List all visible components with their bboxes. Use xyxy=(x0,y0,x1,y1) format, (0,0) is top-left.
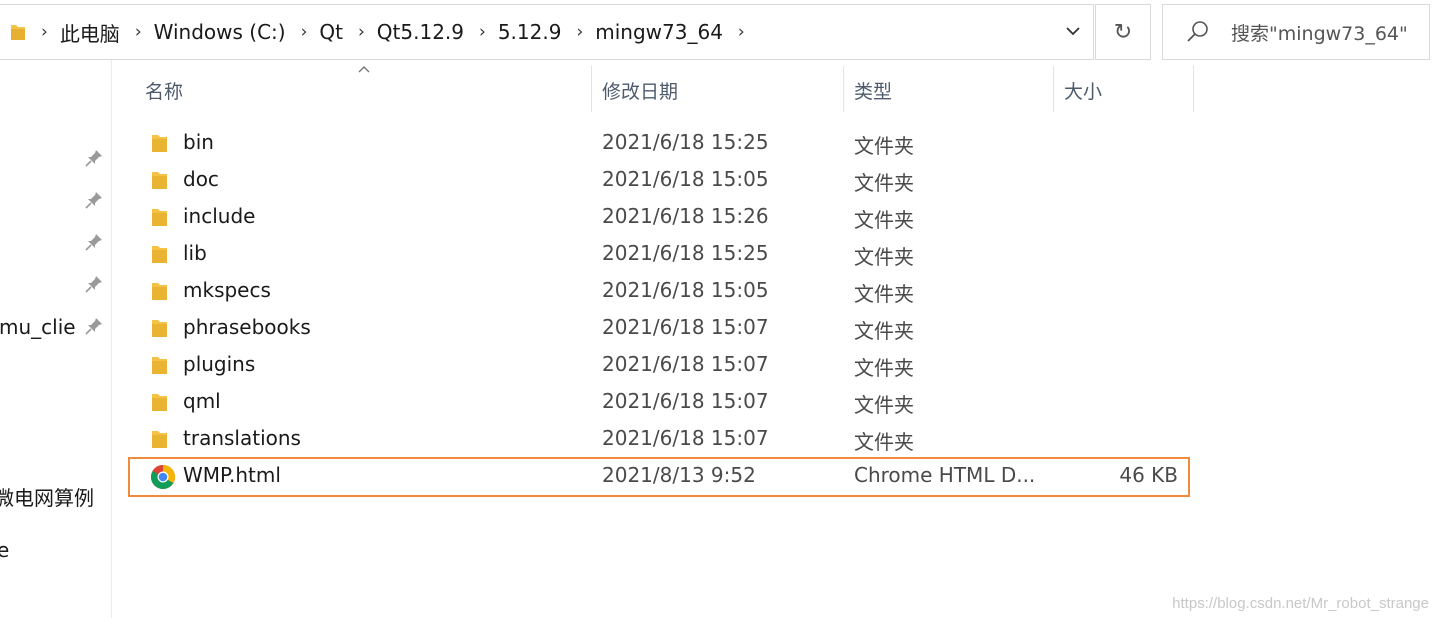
file-type: 文件夹 xyxy=(854,208,914,232)
nav-item-label[interactable]: mu_clie xyxy=(0,315,76,339)
column-header-modified[interactable]: 修改日期 xyxy=(602,62,678,118)
file-modified-date: 2021/6/18 15:05 xyxy=(602,167,769,191)
sort-ascending-icon xyxy=(358,66,370,73)
file-name: doc xyxy=(183,167,219,191)
breadcrumb-item-this-pc[interactable]: 此电脑 xyxy=(60,18,120,47)
file-row[interactable]: mkspecs 2021/6/18 15:05 文件夹 xyxy=(128,273,1190,310)
file-modified-date: 2021/6/18 15:07 xyxy=(602,426,769,450)
file-modified-date: 2021/6/18 15:07 xyxy=(602,389,769,413)
pin-icon[interactable] xyxy=(84,190,104,210)
folder-icon xyxy=(150,429,168,449)
file-type: 文件夹 xyxy=(854,430,914,454)
breadcrumb-item-version[interactable]: 5.12.9 xyxy=(498,20,562,44)
column-header-size-label: 大小 xyxy=(1064,80,1103,103)
search-placeholder: 搜索"mingw73_64" xyxy=(1231,22,1408,45)
file-type: 文件夹 xyxy=(854,319,914,343)
file-name: plugins xyxy=(183,352,256,376)
nav-item-label[interactable]: 微电网算例 xyxy=(0,482,94,511)
file-modified-date: 2021/6/18 15:25 xyxy=(602,241,769,265)
chevron-right-icon[interactable]: › xyxy=(479,22,486,42)
breadcrumb-item-qt[interactable]: Qt xyxy=(319,20,343,44)
breadcrumb-item-qt-version[interactable]: Qt5.12.9 xyxy=(377,20,464,44)
file-modified-date: 2021/8/13 9:52 xyxy=(602,463,756,487)
column-header-type[interactable]: 类型 xyxy=(854,62,892,118)
watermark: https://blog.csdn.net/Mr_robot_strange xyxy=(1172,595,1429,612)
file-type: Chrome HTML D... xyxy=(854,463,1036,487)
folder-icon xyxy=(150,355,168,375)
chevron-right-icon[interactable]: › xyxy=(41,22,48,42)
file-name: qml xyxy=(183,389,221,413)
file-row[interactable]: bin 2021/6/18 15:25 文件夹 xyxy=(128,125,1190,162)
file-name: translations xyxy=(183,426,301,450)
column-header-type-label: 类型 xyxy=(854,80,893,103)
refresh-icon: ↻ xyxy=(1113,19,1133,45)
file-name: bin xyxy=(183,130,214,154)
folder-icon xyxy=(150,170,168,190)
chevron-down-icon[interactable] xyxy=(1063,21,1083,41)
file-row[interactable]: include 2021/6/18 15:26 文件夹 xyxy=(128,199,1190,236)
folder-icon xyxy=(150,281,168,301)
file-modified-date: 2021/6/18 15:26 xyxy=(602,204,769,228)
file-modified-date: 2021/6/18 15:05 xyxy=(602,278,769,302)
column-header-name-label: 名称 xyxy=(145,80,184,103)
column-header-name[interactable]: 名称 xyxy=(145,62,183,118)
chevron-right-icon[interactable]: › xyxy=(301,22,308,42)
chrome-icon xyxy=(150,464,176,490)
pin-icon[interactable] xyxy=(84,232,104,252)
file-row[interactable]: translations 2021/6/18 15:07 文件夹 xyxy=(128,421,1190,458)
file-name: mkspecs xyxy=(183,278,271,302)
search-icon xyxy=(1187,21,1208,42)
file-name: include xyxy=(183,204,256,228)
chevron-right-icon[interactable]: › xyxy=(135,22,142,42)
file-type: 文件夹 xyxy=(854,245,914,269)
address-bar[interactable]: › 此电脑 › Windows (C:) › Qt › Qt5.12.9 › 5… xyxy=(0,4,1094,60)
chevron-right-icon[interactable]: › xyxy=(576,22,583,42)
refresh-button[interactable]: ↻ xyxy=(1095,4,1151,60)
file-modified-date: 2021/6/18 15:25 xyxy=(602,130,769,154)
file-type: 文件夹 xyxy=(854,134,914,158)
folder-icon xyxy=(11,25,25,40)
column-divider[interactable] xyxy=(591,66,592,112)
breadcrumb-item-current[interactable]: mingw73_64 xyxy=(595,20,723,44)
file-type: 文件夹 xyxy=(854,393,914,417)
file-modified-date: 2021/6/18 15:07 xyxy=(602,315,769,339)
pin-icon[interactable] xyxy=(84,316,104,336)
file-row[interactable]: phrasebooks 2021/6/18 15:07 文件夹 xyxy=(128,310,1190,347)
file-type: 文件夹 xyxy=(854,356,914,380)
file-name: phrasebooks xyxy=(183,315,311,339)
navigation-pane: mu_clie 微电网算例 e xyxy=(0,60,112,618)
search-box[interactable]: 搜索"mingw73_64" xyxy=(1162,4,1430,60)
folder-icon xyxy=(150,318,168,338)
chevron-right-icon[interactable]: › xyxy=(738,22,745,42)
pin-icon[interactable] xyxy=(84,148,104,168)
breadcrumb-item-drive[interactable]: Windows (C:) xyxy=(154,20,286,44)
column-header-size[interactable]: 大小 xyxy=(1064,62,1102,118)
file-type: 文件夹 xyxy=(854,171,914,195)
column-divider[interactable] xyxy=(1193,66,1194,112)
folder-icon xyxy=(150,207,168,227)
file-row[interactable]: doc 2021/6/18 15:05 文件夹 xyxy=(128,162,1190,199)
file-type: 文件夹 xyxy=(854,282,914,306)
pin-icon[interactable] xyxy=(84,274,104,294)
file-row-selected[interactable]: WMP.html 2021/8/13 9:52 Chrome HTML D... 46… xyxy=(128,457,1190,497)
file-size: 46 KB xyxy=(1119,463,1178,487)
file-modified-date: 2021/6/18 15:07 xyxy=(602,352,769,376)
file-row[interactable]: qml 2021/6/18 15:07 文件夹 xyxy=(128,384,1190,421)
file-row[interactable]: lib 2021/6/18 15:25 文件夹 xyxy=(128,236,1190,273)
folder-icon xyxy=(150,133,168,153)
file-name: lib xyxy=(183,241,207,265)
file-name: WMP.html xyxy=(183,463,281,487)
nav-item-label[interactable]: e xyxy=(0,538,9,562)
file-row[interactable]: plugins 2021/6/18 15:07 文件夹 xyxy=(128,347,1190,384)
column-header-modified-label: 修改日期 xyxy=(602,80,679,103)
column-divider[interactable] xyxy=(1053,66,1054,112)
chevron-right-icon[interactable]: › xyxy=(358,22,365,42)
folder-icon xyxy=(150,244,168,264)
column-divider[interactable] xyxy=(843,66,844,112)
folder-icon xyxy=(150,392,168,412)
